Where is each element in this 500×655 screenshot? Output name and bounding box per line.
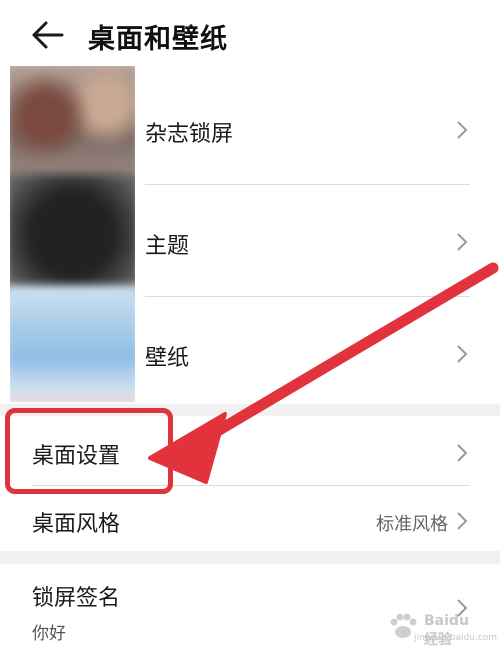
theme-label: 主题 bbox=[145, 234, 190, 259]
app-header: 桌面和壁纸 bbox=[0, 0, 500, 66]
highlight-box bbox=[5, 408, 173, 494]
chevron-right-icon bbox=[457, 233, 468, 251]
wallpaper-row[interactable]: 壁纸 bbox=[0, 290, 500, 401]
chevron-right-icon bbox=[457, 512, 468, 530]
page-title: 桌面和壁纸 bbox=[88, 24, 228, 55]
desktop-style-label: 桌面风格 bbox=[32, 512, 121, 537]
chevron-right-icon bbox=[457, 121, 468, 139]
lock-signature-value: 你好 bbox=[32, 624, 66, 644]
baidu-watermark: Baidu 经验 jingyan.baidu.com bbox=[386, 607, 497, 648]
magazine-lock-label: 杂志锁屏 bbox=[145, 122, 234, 147]
desktop-style-row[interactable]: 桌面风格 标准风格 bbox=[0, 486, 500, 552]
magazine-lock-row[interactable]: 杂志锁屏 bbox=[0, 66, 500, 177]
back-arrow-icon[interactable] bbox=[30, 20, 64, 50]
chevron-right-icon bbox=[457, 444, 468, 462]
wallpaper-label: 壁纸 bbox=[145, 346, 190, 371]
watermark-url: jingyan.baidu.com bbox=[414, 633, 498, 643]
watermark-brand: Baidu 经验 bbox=[424, 613, 469, 648]
theme-row[interactable]: 主题 bbox=[0, 178, 500, 289]
lock-signature-label: 锁屏签名 bbox=[32, 586, 121, 611]
personalization-card: 杂志锁屏 主题 壁纸 bbox=[0, 66, 500, 404]
desktop-style-value: 标准风格 bbox=[376, 514, 448, 535]
chevron-right-icon bbox=[457, 345, 468, 363]
